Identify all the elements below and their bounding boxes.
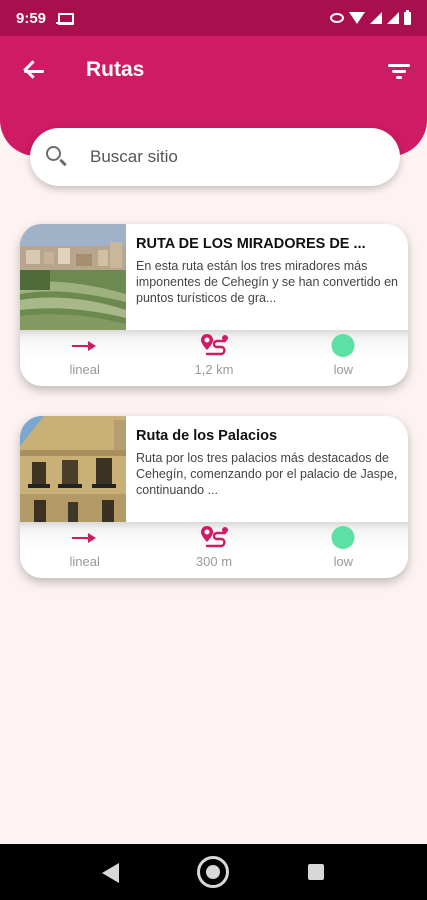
route-image <box>20 416 126 522</box>
route-distance: 300 m <box>149 522 278 578</box>
route-distance: 1,2 km <box>149 330 278 386</box>
route-distance-label: 300 m <box>195 554 233 569</box>
nav-back-icon[interactable] <box>102 863 119 883</box>
page-title: Rutas <box>86 58 145 81</box>
vibrate-icon <box>330 13 344 23</box>
arrow-right-icon <box>71 532 98 544</box>
route-difficulty: low <box>279 522 408 578</box>
system-nav-bar <box>0 844 427 900</box>
route-card[interactable]: Ruta de los Palacios Ruta por los tres p… <box>20 416 408 578</box>
route-icon <box>199 524 229 552</box>
route-description: Ruta por los tres palacios más destacado… <box>136 451 398 497</box>
status-time: 9:59 <box>16 9 47 27</box>
route-type: lineal <box>20 330 149 386</box>
route-title: Ruta de los Palacios <box>136 428 278 444</box>
route-distance-label: 1,2 km <box>194 362 234 377</box>
route-type-label: lineal <box>69 554 100 569</box>
route-difficulty-label: low <box>333 554 354 569</box>
difficulty-dot-icon <box>331 526 355 549</box>
status-icons <box>330 9 411 25</box>
status-bar: 9:59 <box>0 0 427 36</box>
arrow-right-icon <box>71 340 98 352</box>
nav-home-icon[interactable] <box>197 856 229 888</box>
filter-button[interactable] <box>386 62 412 82</box>
signal-icon-2 <box>387 12 399 24</box>
difficulty-dot-icon <box>331 334 355 357</box>
laptop-icon <box>56 12 75 25</box>
route-stats: lineal 300 m low <box>20 522 408 578</box>
search-icon <box>46 146 68 168</box>
route-stats: lineal 1,2 km low <box>20 330 408 386</box>
route-title: RUTA DE LOS MIRADORES DE ... <box>136 236 366 252</box>
route-icon <box>199 332 229 360</box>
search-input[interactable] <box>90 142 380 172</box>
wifi-icon <box>349 12 365 24</box>
route-type-label: lineal <box>69 362 100 377</box>
signal-icon <box>370 12 382 24</box>
route-difficulty-label: low <box>333 362 354 377</box>
route-type: lineal <box>20 522 149 578</box>
battery-icon <box>404 9 411 25</box>
route-difficulty: low <box>279 330 408 386</box>
search-bar[interactable] <box>30 128 400 186</box>
back-button[interactable] <box>20 58 48 86</box>
route-card[interactable]: RUTA DE LOS MIRADORES DE ... En esta rut… <box>20 224 408 386</box>
filter-icon <box>388 64 410 67</box>
nav-recents-icon[interactable] <box>308 864 324 880</box>
route-image <box>20 224 126 330</box>
route-description: En esta ruta están los tres miradores má… <box>136 259 398 305</box>
